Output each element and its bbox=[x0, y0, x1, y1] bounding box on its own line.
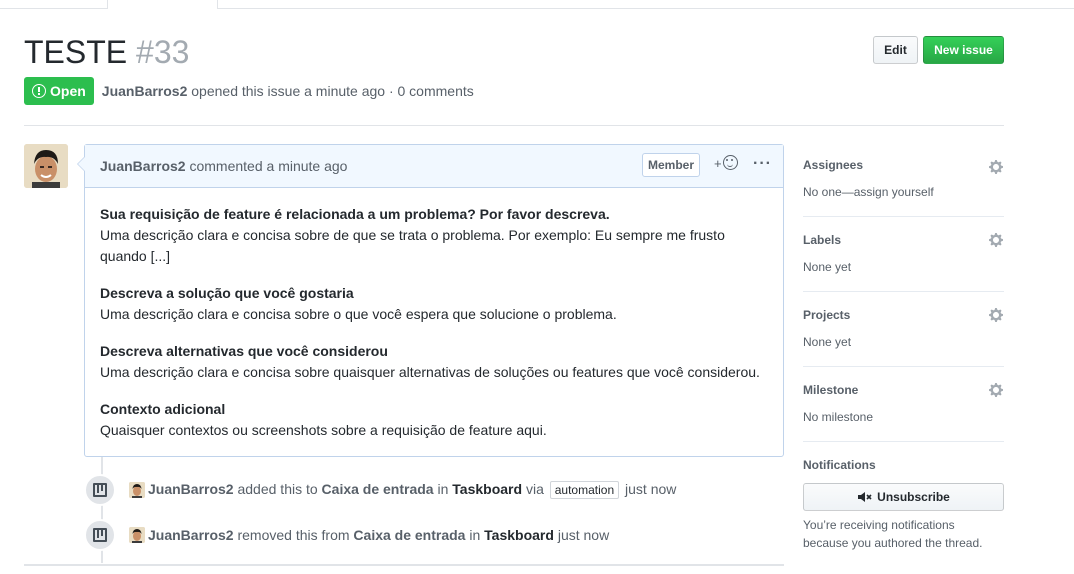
member-badge: Member bbox=[642, 153, 701, 177]
comment-section-text: Uma descrição clara e concisa sobre de q… bbox=[100, 227, 725, 264]
comment-time[interactable]: commented a minute ago bbox=[189, 158, 347, 174]
status-badge: Open bbox=[24, 77, 94, 105]
comment-meta: JuanBarros2 commented a minute ago bbox=[100, 158, 347, 174]
event-avatar[interactable] bbox=[129, 527, 145, 543]
project-badge bbox=[84, 519, 116, 551]
sidebar-section-title: Assignees bbox=[803, 158, 864, 172]
tab-bar bbox=[0, 0, 1074, 9]
edit-button[interactable]: Edit bbox=[873, 36, 918, 64]
project-badge bbox=[84, 474, 116, 506]
comment-section-heading: Descreva a solução que você gostaria bbox=[100, 285, 354, 301]
event-verb: added this to bbox=[237, 481, 318, 497]
sidebar-projects[interactable]: Projects None yet bbox=[803, 292, 1004, 367]
notification-reason: You’re receiving notifications because y… bbox=[803, 518, 983, 550]
sidebar-section-title: Labels bbox=[803, 233, 842, 247]
header-divider bbox=[24, 125, 1004, 126]
issue-title: TESTE #33 bbox=[24, 33, 189, 71]
comment-section: Contexto adicional Quaisquer contextos o… bbox=[100, 399, 768, 441]
new-issue-button[interactable]: New issue bbox=[923, 36, 1004, 64]
comment-section-text: Quaisquer contextos ou screenshots sobre… bbox=[100, 422, 547, 438]
event-verb: removed this from bbox=[237, 527, 350, 543]
issue-opened-text: opened this issue a minute ago · 0 comme… bbox=[191, 83, 474, 99]
sidebar-section-title: Notifications bbox=[803, 458, 876, 472]
unsubscribe-label: Unsubscribe bbox=[877, 490, 950, 504]
sidebar-labels[interactable]: Labels None yet bbox=[803, 217, 1004, 292]
comment-section-heading: Sua requisição de feature é relacionada … bbox=[100, 206, 610, 222]
event-author-link[interactable]: JuanBarros2 bbox=[148, 481, 234, 497]
issue-title-row: TESTE #33 bbox=[24, 33, 189, 73]
gear-icon[interactable] bbox=[988, 307, 1004, 323]
smiley-icon bbox=[722, 155, 738, 170]
gear-icon[interactable] bbox=[988, 159, 1004, 175]
sidebar: Assignees No one—assign yourself Labels … bbox=[803, 144, 1004, 473]
comment-section-text: Uma descrição clara e concisa sobre quai… bbox=[100, 364, 760, 380]
sidebar-milestone[interactable]: Milestone No milestone bbox=[803, 367, 1004, 442]
event-avatar-image bbox=[129, 482, 145, 498]
comment-header: JuanBarros2 commented a minute ago Membe… bbox=[85, 145, 783, 188]
sidebar-notifications: Notifications bbox=[803, 442, 1004, 473]
event-text: JuanBarros2 added this to Caixa de entra… bbox=[148, 481, 676, 499]
timeline-event: JuanBarros2 removed this from Caixa de e… bbox=[84, 519, 609, 551]
event-via: via bbox=[525, 481, 544, 497]
event-avatar[interactable] bbox=[129, 482, 145, 498]
timeline-divider bbox=[24, 564, 784, 566]
plus-icon: + bbox=[714, 156, 722, 171]
issue-meta-text: JuanBarros2 opened this issue a minute a… bbox=[102, 83, 474, 99]
issue-opened-icon bbox=[32, 84, 46, 98]
comment-section: Descreva alternativas que você considero… bbox=[100, 341, 768, 383]
status-label: Open bbox=[50, 83, 86, 99]
automation-label: automation bbox=[549, 481, 620, 499]
comment-author-link[interactable]: JuanBarros2 bbox=[100, 158, 186, 174]
comment-section-text: Uma descrição clara e concisa sobre o qu… bbox=[100, 306, 617, 322]
comment-body: Sua requisição de feature é relacionada … bbox=[85, 188, 783, 441]
comment-section-heading: Contexto adicional bbox=[100, 401, 226, 417]
sidebar-assignees[interactable]: Assignees No one—assign yourself bbox=[803, 144, 1004, 217]
gear-icon[interactable] bbox=[988, 232, 1004, 248]
issue-title-text: TESTE bbox=[24, 34, 128, 70]
event-board-link[interactable]: Taskboard bbox=[452, 481, 522, 497]
issue-number: #33 bbox=[136, 34, 190, 70]
sidebar-section-title: Projects bbox=[803, 308, 851, 322]
event-text: JuanBarros2 removed this from Caixa de e… bbox=[148, 527, 609, 543]
avatar[interactable] bbox=[24, 144, 68, 188]
assign-yourself-link[interactable]: No one—assign yourself bbox=[803, 184, 1004, 200]
unsubscribe-button[interactable]: Unsubscribe bbox=[803, 483, 1004, 511]
issue-author-link[interactable]: JuanBarros2 bbox=[102, 83, 188, 99]
event-author-link[interactable]: JuanBarros2 bbox=[148, 527, 234, 543]
event-in: in bbox=[437, 481, 449, 497]
mute-icon bbox=[858, 492, 872, 502]
projects-value: None yet bbox=[803, 335, 852, 349]
gear-icon[interactable] bbox=[988, 382, 1004, 398]
add-reaction-button[interactable]: + bbox=[714, 155, 738, 171]
event-time[interactable]: just now bbox=[558, 527, 609, 543]
event-in: in bbox=[469, 527, 481, 543]
project-icon bbox=[93, 528, 107, 542]
sidebar-section-title: Milestone bbox=[803, 383, 859, 397]
timeline-event: JuanBarros2 added this to Caixa de entra… bbox=[84, 474, 676, 506]
comment-section: Descreva a solução que você gostaria Uma… bbox=[100, 283, 768, 325]
event-time[interactable]: just now bbox=[625, 481, 676, 497]
comment-section: Sua requisição de feature é relacionada … bbox=[100, 204, 768, 267]
event-avatar-image bbox=[129, 527, 145, 543]
comment-box: JuanBarros2 commented a minute ago Membe… bbox=[77, 144, 784, 457]
comment-section-heading: Descreva alternativas que você considero… bbox=[100, 343, 388, 359]
more-options-icon[interactable]: ··· bbox=[753, 155, 772, 173]
event-board-link[interactable]: Taskboard bbox=[484, 527, 554, 543]
tab-active[interactable] bbox=[107, 0, 218, 9]
milestone-value: No milestone bbox=[803, 410, 874, 424]
event-column: Caixa de entrada bbox=[353, 527, 466, 543]
issue-meta: Open JuanBarros2 opened this issue a min… bbox=[24, 77, 474, 105]
event-column: Caixa de entrada bbox=[321, 481, 434, 497]
project-icon bbox=[93, 483, 107, 497]
labels-value: None yet bbox=[803, 260, 852, 274]
avatar-image bbox=[24, 144, 68, 188]
